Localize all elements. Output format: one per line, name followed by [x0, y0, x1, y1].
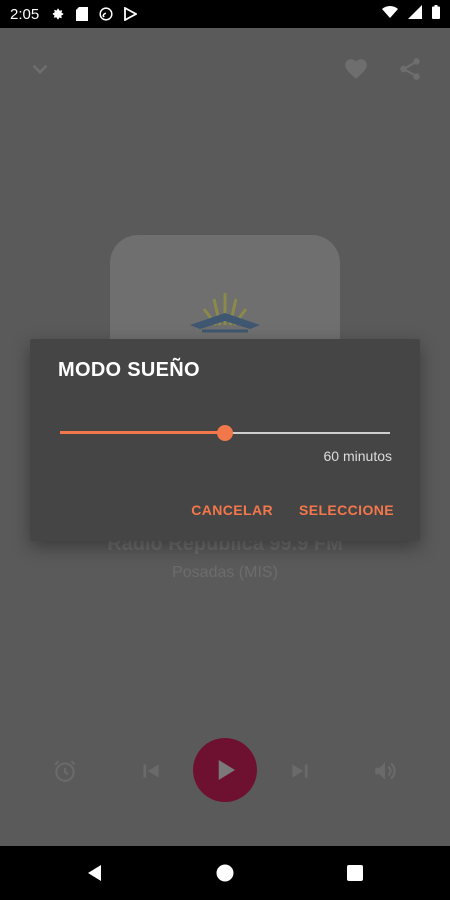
recents-icon[interactable] [345, 863, 365, 883]
back-icon[interactable] [85, 863, 105, 883]
play-icon [218, 760, 235, 780]
chevron-down-icon[interactable] [27, 56, 53, 82]
select-button[interactable]: SELECCIONE [299, 502, 394, 518]
status-time: 2:05 [10, 5, 40, 23]
navigation-bar [0, 846, 450, 900]
signal-icon [408, 5, 422, 23]
sleep-mode-dialog: MODO SUEÑO 60 minutos CANCELAR SELECCION… [30, 339, 420, 541]
station-location: Posadas (MIS) [172, 564, 278, 581]
slider-value-label: 60 minutos [323, 448, 392, 464]
slider-fill [60, 431, 225, 434]
battery-icon [432, 5, 440, 23]
wifi-icon [382, 5, 398, 23]
heart-icon[interactable] [343, 56, 369, 82]
sleep-timer-slider[interactable] [60, 423, 390, 443]
skip-previous-icon[interactable] [138, 758, 164, 784]
home-icon[interactable] [215, 863, 235, 883]
volume-icon[interactable] [372, 758, 398, 784]
gear-icon [51, 7, 65, 21]
cancel-button[interactable]: CANCELAR [191, 502, 273, 518]
player-controls [0, 738, 450, 802]
sd-card-icon [75, 7, 89, 21]
share-icon[interactable] [397, 56, 423, 82]
play-button[interactable] [193, 738, 257, 802]
dialog-title: MODO SUEÑO [58, 359, 200, 381]
status-bar: 2:05 [0, 0, 450, 28]
play-store-icon [123, 7, 137, 21]
alarm-icon[interactable] [52, 758, 78, 784]
cast-icon [99, 7, 113, 21]
dialog-actions: CANCELAR SELECCIONE [191, 502, 394, 518]
slider-thumb[interactable] [217, 425, 233, 441]
skip-next-icon[interactable] [287, 758, 313, 784]
